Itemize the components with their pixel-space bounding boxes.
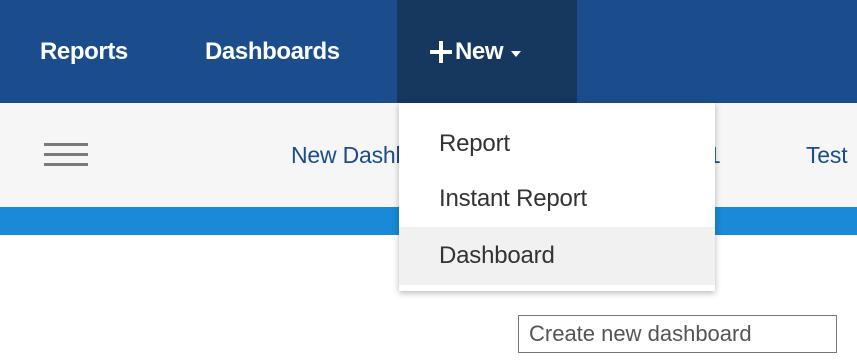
nav-reports[interactable]: Reports bbox=[40, 0, 128, 103]
caret-down-icon bbox=[511, 50, 522, 57]
tab-test[interactable]: Test bbox=[806, 103, 848, 207]
menu-item-instant-report[interactable]: Instant Report bbox=[399, 170, 715, 228]
new-menu-button[interactable]: New bbox=[397, 0, 577, 103]
new-menu-label: New bbox=[455, 38, 504, 65]
menu-item-report[interactable]: Report bbox=[399, 115, 715, 173]
menu-item-dashboard[interactable]: Dashboard bbox=[399, 227, 715, 285]
hamburger-icon[interactable] bbox=[44, 141, 88, 169]
new-menu-content: New bbox=[430, 0, 522, 103]
app-page: Reports Dashboards New New Dashboard 1 1… bbox=[0, 0, 857, 362]
new-dropdown-menu: Report Instant Report Dashboard bbox=[399, 103, 715, 291]
tooltip: Create new dashboard bbox=[518, 315, 837, 353]
plus-icon bbox=[430, 40, 452, 63]
nav-dashboards[interactable]: Dashboards bbox=[205, 0, 340, 103]
